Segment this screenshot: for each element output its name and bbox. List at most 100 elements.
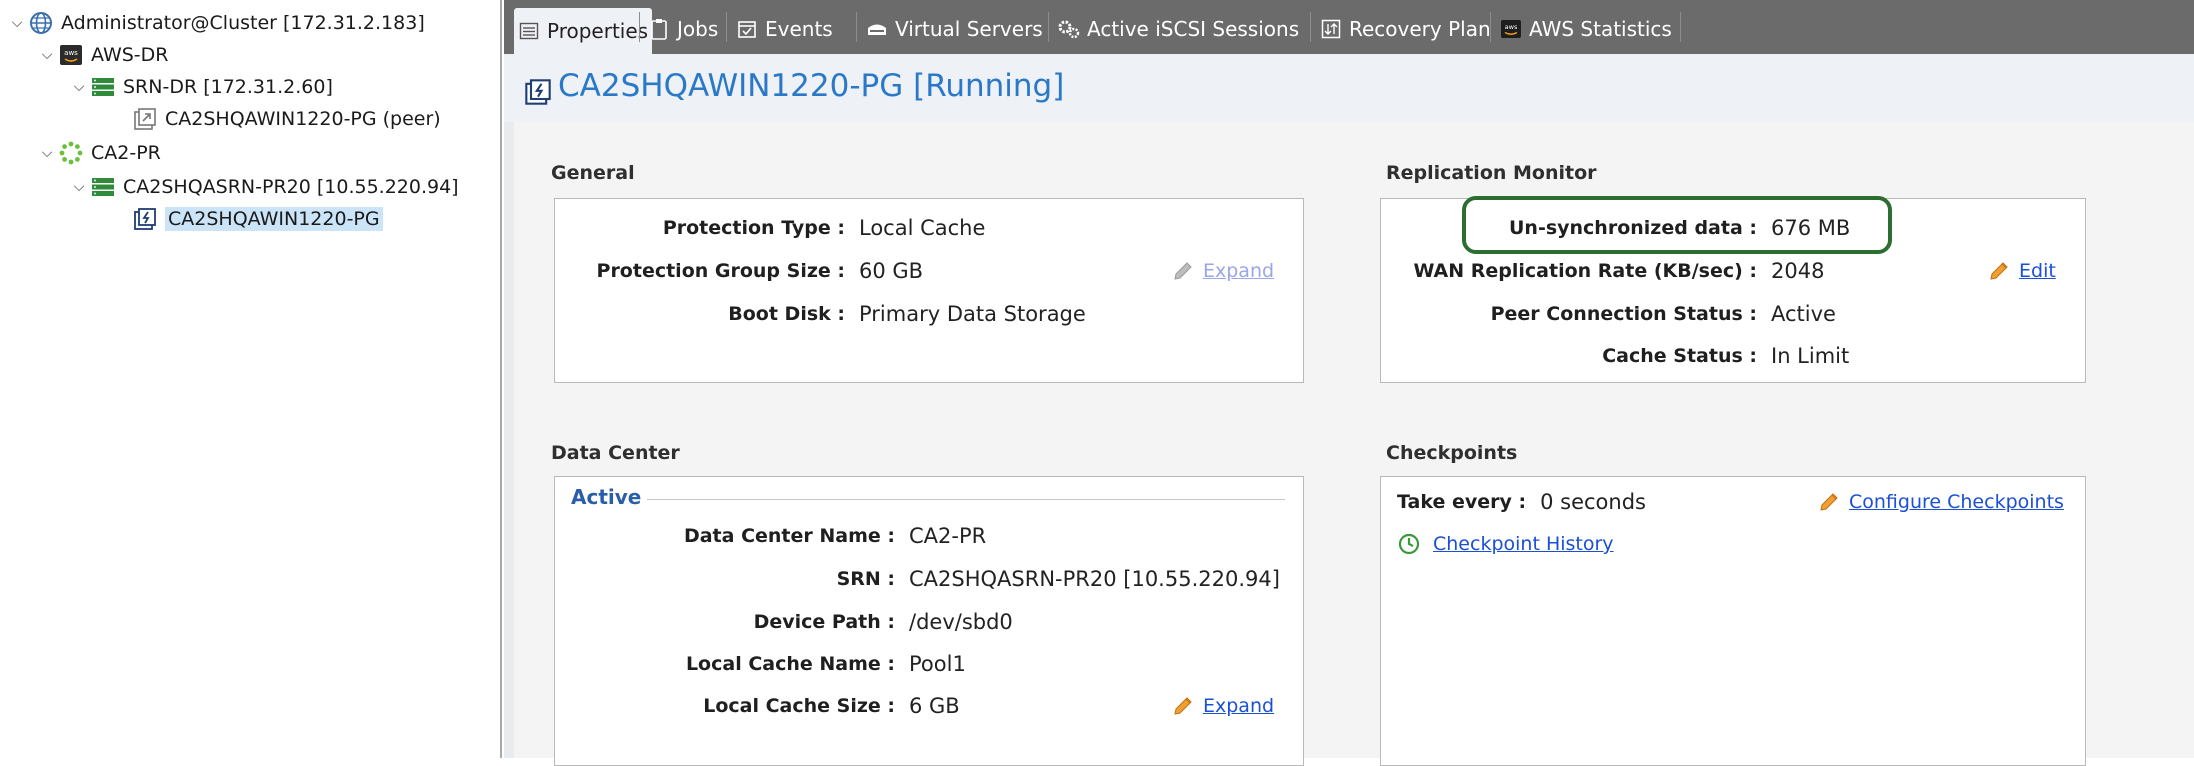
svg-text:aws: aws (1505, 23, 1518, 31)
tab-events[interactable]: Events (732, 10, 837, 48)
device-path-value: /dev/sbd0 (909, 610, 1013, 634)
tab-divider (1680, 12, 1681, 42)
gears-icon (1058, 18, 1080, 40)
configure-checkpoints-link[interactable]: Configure Checkpoints (1849, 491, 2064, 513)
pencil-icon (1990, 262, 2008, 280)
section-title-general: General (551, 162, 635, 184)
checkpoint-history[interactable]: Checkpoint History (1397, 529, 1614, 559)
tab-virtual-servers[interactable]: Virtual Servers (862, 10, 1047, 48)
tab-label-properties: Properties (547, 19, 649, 43)
globe-icon (28, 10, 54, 36)
server-icon (90, 74, 116, 100)
data-center-panel: Active Data Center Name : CA2-PR SRN : C… (554, 476, 1304, 766)
tree-label-ca2-pr: CA2-PR (91, 142, 161, 164)
peer-status-value: Active (1771, 302, 1836, 326)
tab-divider (1490, 12, 1491, 42)
cache-status-label: Cache Status : (1602, 345, 1757, 367)
tab-label-recovery-plan: Recovery Plan (1349, 17, 1491, 41)
protection-group-icon (132, 206, 158, 232)
tree-label-pg-peer: CA2SHQAWIN1220-PG (peer) (165, 108, 441, 130)
local-cache-name-label: Local Cache Name : (685, 653, 895, 675)
tab-label-virtual-servers: Virtual Servers (895, 17, 1043, 41)
tab-jobs[interactable]: Jobs (644, 10, 722, 48)
dc-name-value: CA2-PR (909, 524, 987, 548)
tree-node-pg-peer[interactable]: CA2SHQAWIN1220-PG (peer) (132, 104, 441, 134)
boot-disk-label: Boot Disk : (728, 303, 845, 325)
tree-node-cluster[interactable]: ⌵ Administrator@Cluster [172.31.2.183] (6, 8, 425, 38)
chevron-down-icon[interactable]: ⌵ (36, 138, 58, 168)
active-legend: Active (571, 485, 648, 509)
properties-content: General Protection Type : Local Cache Pr… (504, 122, 2194, 766)
page-title: CA2SHQAWIN1220-PG [Running] (558, 68, 1065, 104)
cache-status-value: In Limit (1771, 344, 1850, 368)
clipboard-icon (648, 18, 670, 40)
checkpoints-panel: Take every : 0 seconds Configure Checkpo… (1380, 476, 2086, 766)
protection-type-value: Local Cache (859, 216, 986, 240)
wan-rate-edit-link[interactable]: Edit (2019, 260, 2056, 282)
list-icon (518, 20, 540, 42)
tab-label-aws-statistics: AWS Statistics (1529, 17, 1672, 41)
tab-label-active-iscsi-sessions: Active iSCSI Sessions (1087, 17, 1300, 41)
tree-node-srn-pr[interactable]: ⌵ CA2SHQASRN-PR20 [10.55.220.94] (68, 172, 459, 202)
wan-rate-edit[interactable]: Edit (1987, 256, 2056, 286)
tree-label-aws-dr: AWS-DR (91, 44, 169, 66)
protection-group-peer-icon (132, 106, 158, 132)
device-path-label: Device Path : (753, 611, 895, 633)
tab-properties[interactable]: Properties (514, 8, 653, 54)
tree-node-aws-dr[interactable]: ⌵ aws AWS-DR (36, 40, 169, 70)
section-title-data-center: Data Center (551, 442, 680, 464)
chevron-down-icon[interactable]: ⌵ (6, 8, 28, 38)
tree-label-pg: CA2SHQAWIN1220-PG (165, 207, 383, 231)
calendar-check-icon (736, 18, 758, 40)
pencil-icon (1174, 697, 1192, 715)
boot-disk-value: Primary Data Storage (859, 302, 1086, 326)
tab-active-iscsi-sessions[interactable]: Active iSCSI Sessions (1054, 10, 1303, 48)
clock-icon (1398, 533, 1420, 555)
highlight-annotation (1462, 196, 1892, 254)
general-expand-link[interactable]: Expand (1203, 260, 1274, 282)
section-title-checkpoints: Checkpoints (1386, 442, 1518, 464)
fieldset-divider (575, 499, 1285, 500)
dc-name-label: Data Center Name : (683, 525, 895, 547)
aws-icon: aws (1500, 18, 1522, 40)
pencil-icon (1820, 493, 1838, 511)
tab-bar: Properties Jobs Events Virtual Servers A… (504, 0, 2194, 54)
configure-checkpoints[interactable]: Configure Checkpoints (1817, 487, 2064, 517)
tab-divider (726, 12, 727, 42)
tree-label-srn-dr: SRN-DR [172.31.2.60] (123, 76, 333, 98)
tab-aws-statistics[interactable]: aws AWS Statistics (1496, 10, 1676, 48)
local-cache-size-value: 6 GB (909, 694, 960, 718)
protection-group-icon (525, 79, 551, 105)
tab-divider (1048, 12, 1049, 42)
checkpoint-history-link[interactable]: Checkpoint History (1433, 533, 1614, 555)
chevron-down-icon[interactable]: ⌵ (36, 40, 58, 70)
data-center-expand-link[interactable]: Expand (1203, 695, 1274, 717)
tab-divider (856, 12, 857, 42)
recovery-plan-icon (1320, 18, 1342, 40)
site-status-icon (58, 140, 84, 166)
protection-type-label: Protection Type : (662, 217, 845, 239)
local-cache-size-label: Local Cache Size : (703, 695, 895, 717)
data-center-expand[interactable]: Expand (1171, 691, 1274, 721)
pencil-icon (1174, 262, 1192, 280)
pg-size-value: 60 GB (859, 259, 924, 283)
chevron-down-icon[interactable]: ⌵ (68, 72, 90, 102)
virtual-server-icon (866, 18, 888, 40)
srn-label: SRN : (836, 568, 895, 590)
tree-node-ca2-pr[interactable]: ⌵ CA2-PR (36, 138, 161, 168)
aws-icon: aws (58, 42, 84, 68)
tab-recovery-plan[interactable]: Recovery Plan (1316, 10, 1495, 48)
general-expand[interactable]: Expand (1171, 256, 1274, 286)
tab-divider (639, 12, 640, 42)
take-every-value: 0 seconds (1540, 490, 1646, 514)
navigation-tree: ⌵ Administrator@Cluster [172.31.2.183] ⌵… (0, 0, 502, 758)
page-header: CA2SHQAWIN1220-PG [Running] (504, 54, 2194, 123)
tab-label-jobs: Jobs (677, 17, 719, 41)
tree-node-pg[interactable]: CA2SHQAWIN1220-PG (132, 204, 383, 234)
take-every-label: Take every : (1397, 491, 1527, 513)
wan-rate-value: 2048 (1771, 259, 1825, 283)
chevron-down-icon[interactable]: ⌵ (68, 172, 90, 202)
peer-status-label: Peer Connection Status : (1490, 303, 1757, 325)
section-title-replication-monitor: Replication Monitor (1386, 162, 1597, 184)
tree-node-srn-dr[interactable]: ⌵ SRN-DR [172.31.2.60] (68, 72, 333, 102)
